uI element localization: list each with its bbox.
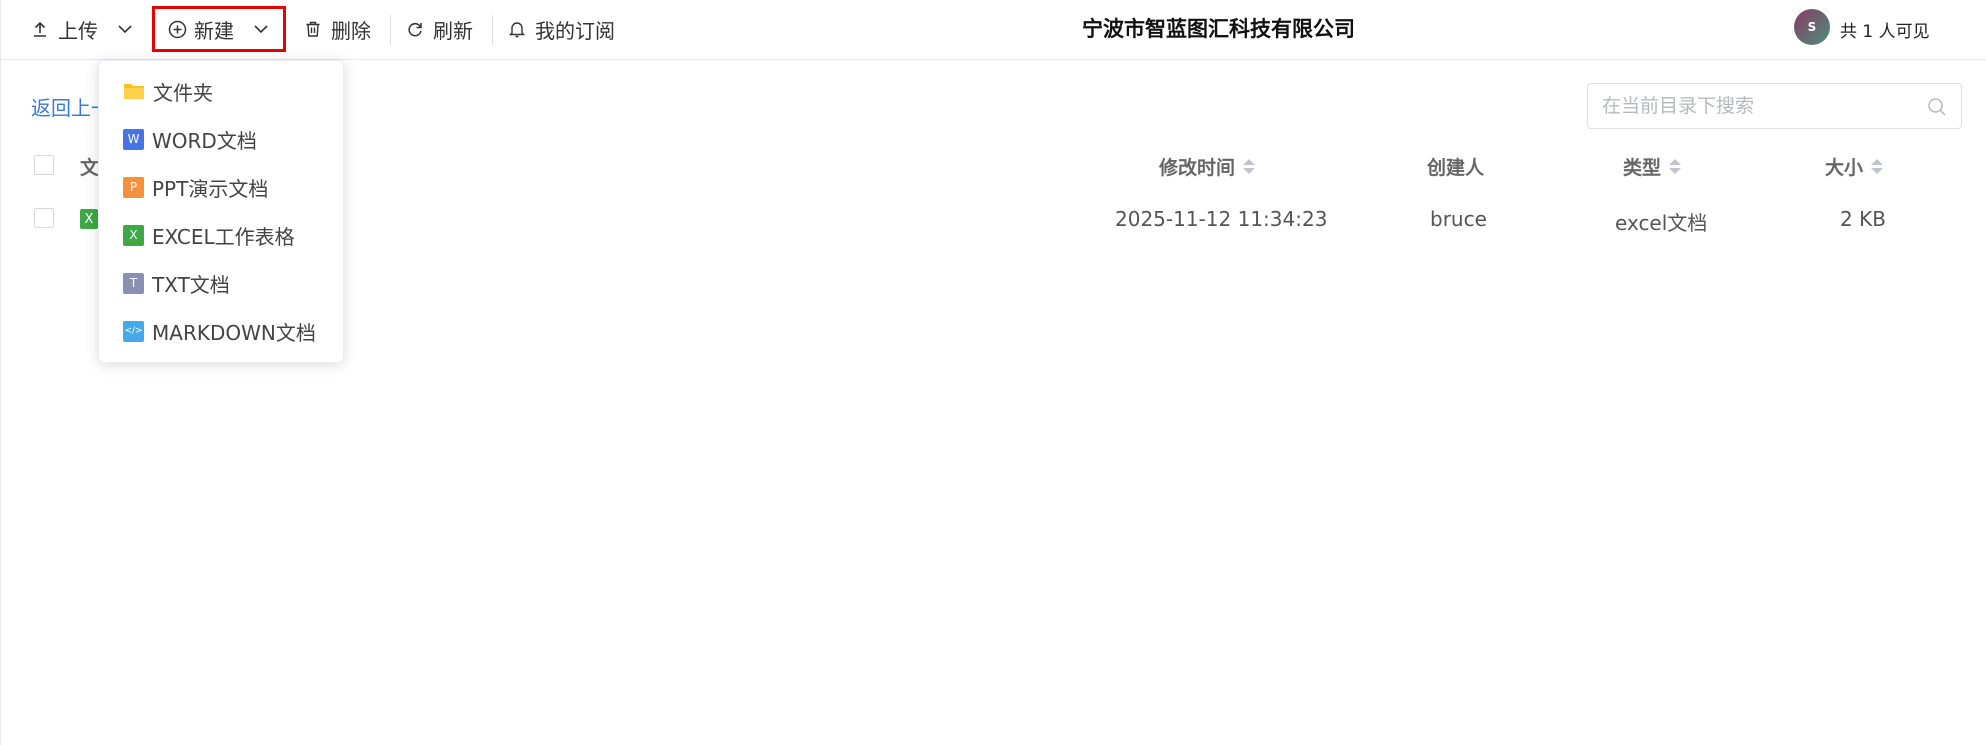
chevron-down-icon [116,20,134,38]
menu-item-ppt[interactable]: P PPT演示文档 [99,165,343,209]
menu-item-word[interactable]: W WORD文档 [99,117,343,161]
subscription-button[interactable]: 我的订阅 [508,0,615,58]
row-creator: bruce [1430,207,1487,231]
subscription-label: 我的订阅 [535,18,615,43]
column-header-modified-label: 修改时间 [1159,157,1236,179]
column-header-creator-label: 创建人 [1427,157,1485,179]
visibility-text[interactable]: 共 1 人可见 [1840,17,1930,42]
excel-doc-icon: X [123,224,144,246]
sort-icon [1243,159,1256,174]
menu-item-excel[interactable]: X EXCEL工作表格 [99,213,343,257]
row-modified: 2025-11-12 11:34:23 [1115,207,1328,231]
excel-file-icon: X [80,209,98,229]
toolbar: 上传 新建 删除 刷新 我的订阅 宁波市智蓝图汇科技有限公司 S 共 1 人可见 [1,0,1986,60]
row-type: excel文档 [1615,211,1708,235]
sort-icon [1669,159,1682,174]
ppt-doc-icon: P [123,176,144,198]
search-icon[interactable] [1927,97,1947,121]
new-button[interactable]: 新建 [168,0,270,58]
delete-button[interactable]: 删除 [304,0,371,58]
upload-label: 上传 [58,18,98,43]
chevron-down-icon [252,20,270,38]
bell-icon [508,20,526,38]
column-header-type-label: 类型 [1623,157,1662,179]
select-all-checkbox[interactable] [34,155,54,175]
page: 上传 新建 删除 刷新 我的订阅 宁波市智蓝图汇科技有限公司 S 共 1 人可见… [0,0,1986,745]
plus-circle-icon [168,20,187,39]
column-header-type[interactable]: 类型 [1623,153,1682,180]
row-size: 2 KB [1840,207,1886,231]
search-box [1587,83,1962,129]
column-header-creator: 创建人 [1427,153,1484,180]
menu-item-folder[interactable]: 文件夹 [99,69,343,113]
refresh-icon [406,20,424,38]
word-doc-icon: W [123,128,144,150]
delete-label: 删除 [331,18,371,43]
menu-item-label: 文件夹 [153,80,213,105]
column-header-modified[interactable]: 修改时间 [1159,153,1256,180]
search-input[interactable] [1602,92,1922,120]
new-label: 新建 [194,18,234,43]
menu-item-txt[interactable]: T TXT文档 [99,261,343,305]
refresh-label: 刷新 [433,18,473,43]
company-name: 宁波市智蓝图汇科技有限公司 [1082,17,1355,41]
menu-item-markdown[interactable]: </> MARKDOWN文档 [99,309,343,353]
column-header-size-label: 大小 [1825,157,1864,179]
menu-item-label: MARKDOWN文档 [152,320,316,345]
menu-item-label: EXCEL工作表格 [152,224,295,249]
toolbar-divider [390,15,391,45]
upload-button[interactable]: 上传 [31,0,98,58]
new-dropdown-menu: 文件夹 W WORD文档 P PPT演示文档 X EXCEL工作表格 T TXT… [98,60,344,363]
menu-item-label: PPT演示文档 [152,176,269,201]
txt-doc-icon: T [123,272,144,294]
folder-icon [123,81,145,101]
menu-item-label: TXT文档 [152,272,230,297]
refresh-button[interactable]: 刷新 [406,0,473,58]
trash-icon [304,20,322,38]
column-header-name[interactable]: 文 [80,153,99,180]
markdown-doc-icon: </> [123,320,144,342]
sort-icon [1871,159,1884,174]
column-header-size[interactable]: 大小 [1825,153,1884,180]
upload-icon [31,20,49,38]
avatar[interactable]: S [1794,9,1830,45]
row-checkbox[interactable] [34,208,54,228]
menu-item-label: WORD文档 [152,128,257,153]
upload-dropdown-toggle[interactable] [116,0,134,58]
toolbar-divider [492,15,493,45]
